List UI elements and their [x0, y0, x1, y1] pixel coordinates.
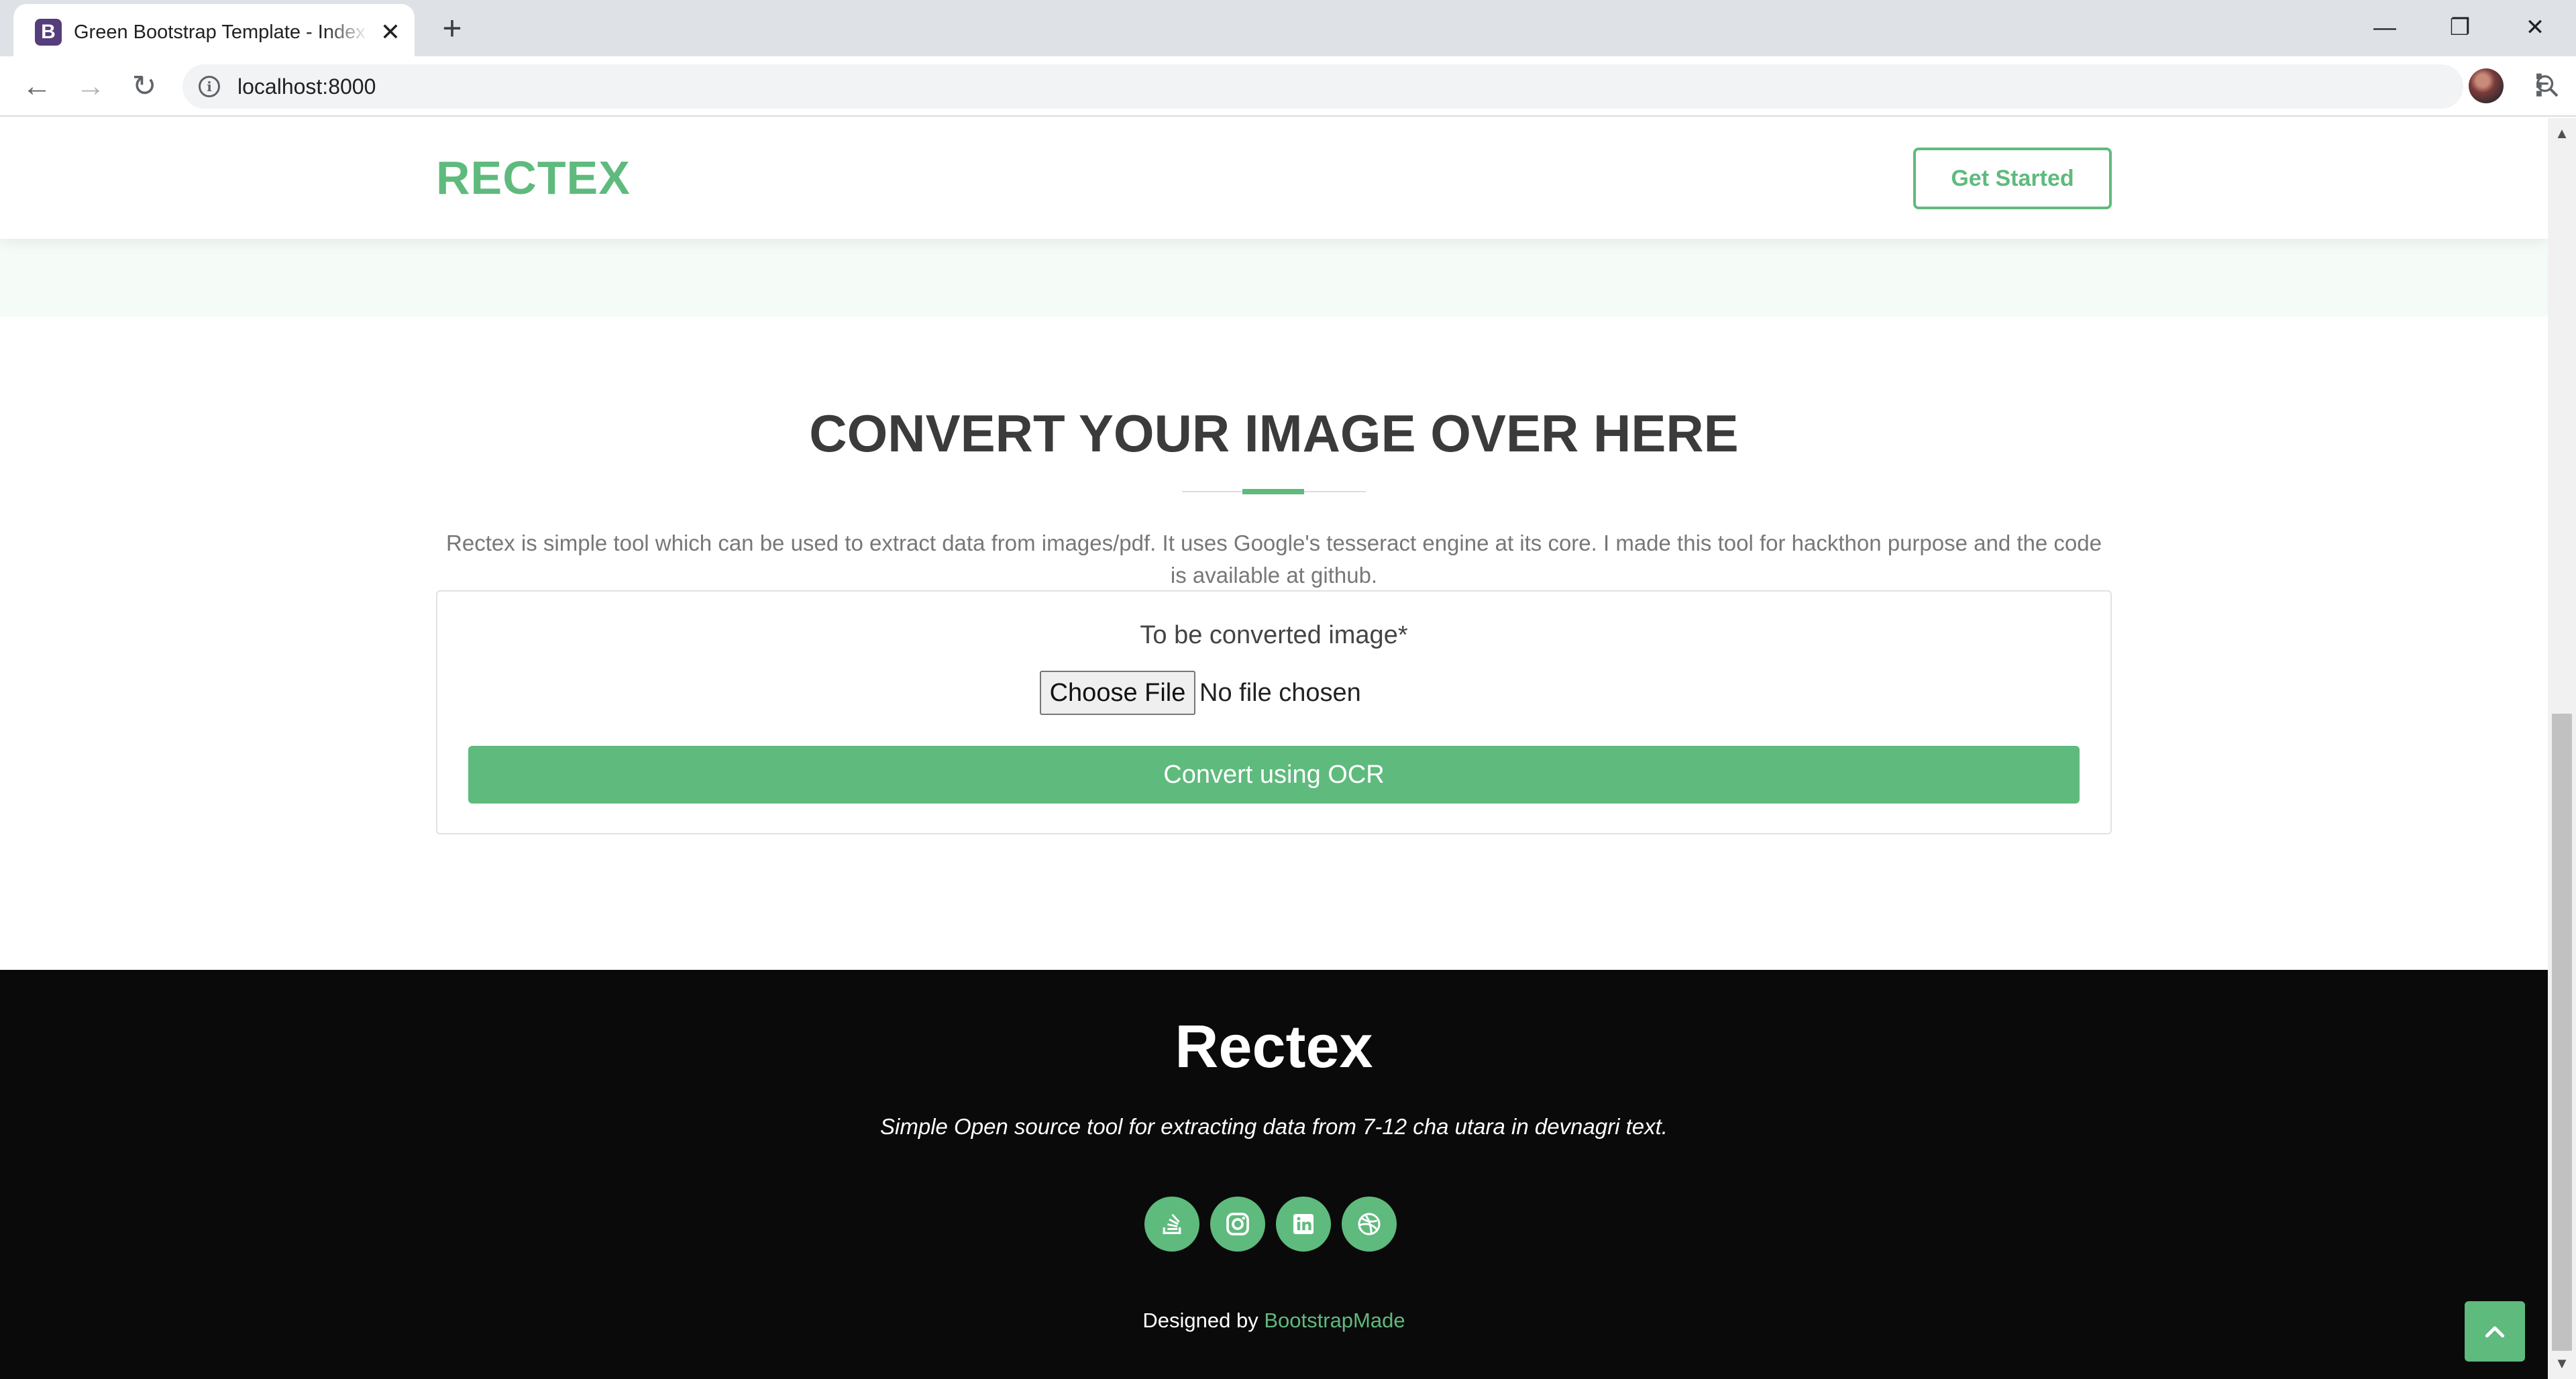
- info-icon[interactable]: i: [199, 76, 220, 97]
- browser-toolbar: ← → ↻ i localhost:8000 ☆: [0, 56, 2576, 117]
- tab-close-icon[interactable]: ✕: [376, 17, 405, 47]
- bootstrapmade-link[interactable]: BootstrapMade: [1264, 1309, 1405, 1332]
- back-to-top-button[interactable]: [2465, 1301, 2525, 1362]
- address-bar[interactable]: i localhost:8000 ☆: [182, 64, 2559, 109]
- window-restore-button[interactable]: ❐: [2423, 4, 2497, 51]
- scrollbar-thumb[interactable]: [2552, 714, 2572, 1351]
- site-footer: Rectex Simple Open source tool for extra…: [0, 970, 2548, 1379]
- footer-brand: Rectex: [1175, 1013, 1373, 1081]
- bootstrap-favicon-icon: B: [35, 19, 62, 46]
- file-status-text: No file chosen: [1199, 679, 1361, 707]
- page-scrollbar[interactable]: ▲ ▼: [2548, 118, 2576, 1379]
- hero-bottom-band: [0, 239, 2548, 317]
- browser-tab[interactable]: B Green Bootstrap Template - Index ✕: [13, 4, 415, 56]
- footer-credit: Designed by BootstrapMade: [0, 1307, 2548, 1334]
- browser-tab-bar: B Green Bootstrap Template - Index ✕ + —…: [0, 0, 2576, 56]
- site-header: RECTEX Get Started: [0, 118, 2548, 239]
- url-text[interactable]: localhost:8000: [237, 64, 376, 109]
- linkedin-icon[interactable]: [1276, 1197, 1331, 1252]
- credit-prefix: Designed by: [1142, 1309, 1265, 1332]
- dribbble-icon[interactable]: [1342, 1197, 1397, 1252]
- reload-button[interactable]: ↻: [125, 67, 164, 106]
- scroll-down-arrow-icon[interactable]: ▼: [2548, 1354, 2576, 1374]
- new-tab-button[interactable]: +: [436, 11, 468, 46]
- convert-ocr-button[interactable]: Convert using OCR: [468, 746, 2080, 804]
- forward-button[interactable]: →: [71, 67, 110, 106]
- choose-file-button[interactable]: Choose File: [1040, 671, 1195, 715]
- profile-avatar[interactable]: [2469, 68, 2504, 103]
- title-divider-accent: [1242, 489, 1304, 494]
- chevron-up-icon: [2485, 1326, 2505, 1338]
- page-viewport: RECTEX Get Started CONVERT YOUR IMAGE OV…: [0, 118, 2548, 1379]
- site-logo[interactable]: RECTEX: [436, 149, 631, 207]
- back-button[interactable]: ←: [17, 67, 56, 106]
- get-started-button[interactable]: Get Started: [1913, 148, 2112, 209]
- file-field-label: To be converted image*: [1140, 621, 1408, 649]
- scroll-up-arrow-icon[interactable]: ▲: [2548, 123, 2576, 144]
- tab-title: Green Bootstrap Template - Index: [74, 21, 366, 43]
- menu-icon[interactable]: ⋮: [2522, 67, 2556, 105]
- section-title: CONVERT YOUR IMAGE OVER HERE: [809, 404, 1739, 463]
- window-minimize-button[interactable]: —: [2348, 4, 2422, 51]
- footer-tagline: Simple Open source tool for extracting d…: [880, 1114, 1668, 1139]
- window-close-button[interactable]: ✕: [2498, 4, 2572, 51]
- section-description: Rectex is simple tool which can be used …: [446, 531, 2102, 588]
- instagram-icon[interactable]: [1210, 1197, 1265, 1252]
- upload-form: To be converted image* Choose File No fi…: [436, 590, 2112, 834]
- stack-overflow-icon[interactable]: [1144, 1197, 1199, 1252]
